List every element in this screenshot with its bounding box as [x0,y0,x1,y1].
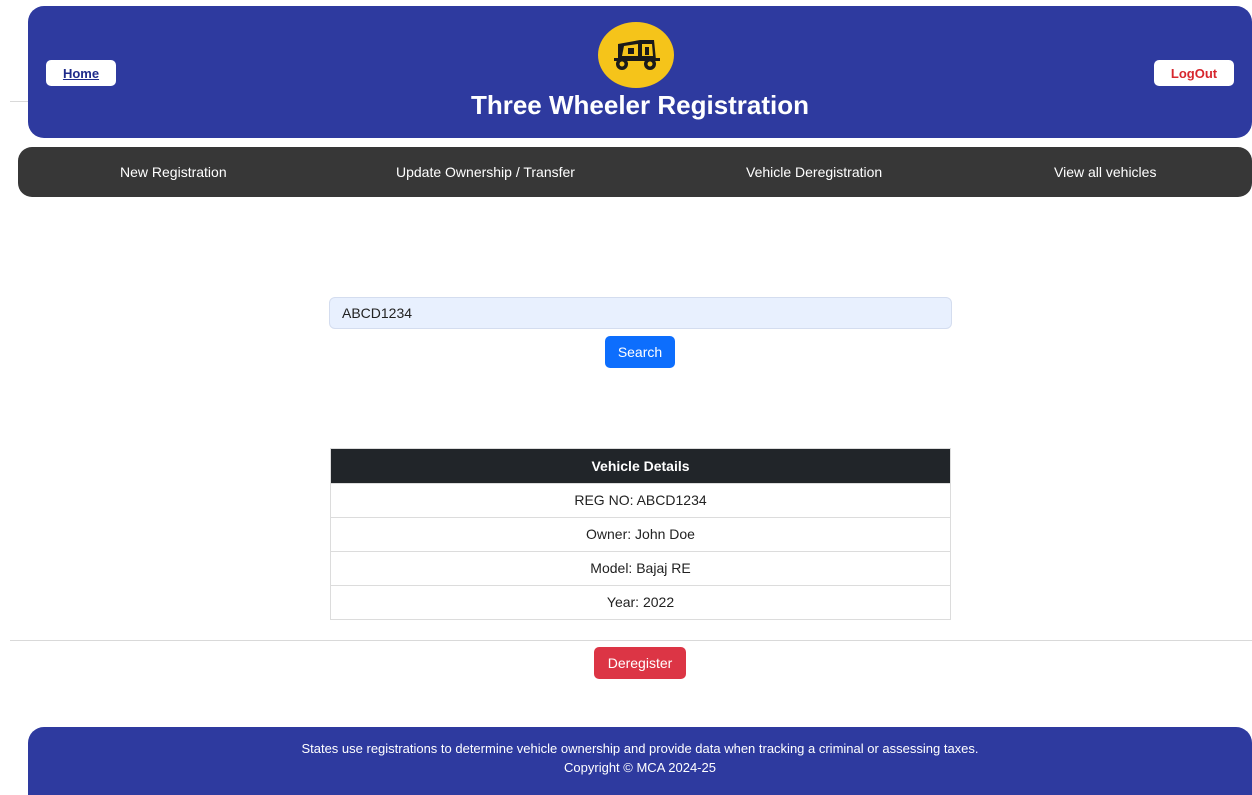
section-divider [10,640,1252,641]
page: Home Three Wheeler Registration LogOut N… [0,0,1252,795]
header: Home Three Wheeler Registration LogOut [28,6,1252,138]
vehicle-details-heading: Vehicle Details [331,449,950,483]
nav-view-all-vehicles[interactable]: View all vehicles [1054,164,1156,180]
registration-search-input[interactable] [329,297,952,329]
page-title: Three Wheeler Registration [470,90,810,120]
header-divider [10,101,28,102]
main-nav: New Registration Update Ownership / Tran… [18,147,1252,197]
detail-row-year: Year: 2022 [331,585,950,619]
logout-button[interactable]: LogOut [1154,60,1234,86]
nav-vehicle-deregistration[interactable]: Vehicle Deregistration [746,164,882,180]
footer: States use registrations to determine ve… [28,727,1252,795]
footer-copyright: Copyright © MCA 2024-25 [564,760,716,775]
search-button[interactable]: Search [605,336,675,368]
logo [598,22,674,88]
detail-row-model: Model: Bajaj RE [331,551,950,585]
detail-row-reg-no: REG NO: ABCD1234 [331,483,950,517]
nav-new-registration[interactable]: New Registration [120,164,227,180]
deregister-button[interactable]: Deregister [594,647,686,679]
vehicle-details-table: Vehicle Details REG NO: ABCD1234 Owner: … [330,448,951,620]
footer-description: States use registrations to determine ve… [301,741,979,756]
detail-row-owner: Owner: John Doe [331,517,950,551]
home-button[interactable]: Home [46,60,116,86]
nav-update-ownership[interactable]: Update Ownership / Transfer [396,164,575,180]
